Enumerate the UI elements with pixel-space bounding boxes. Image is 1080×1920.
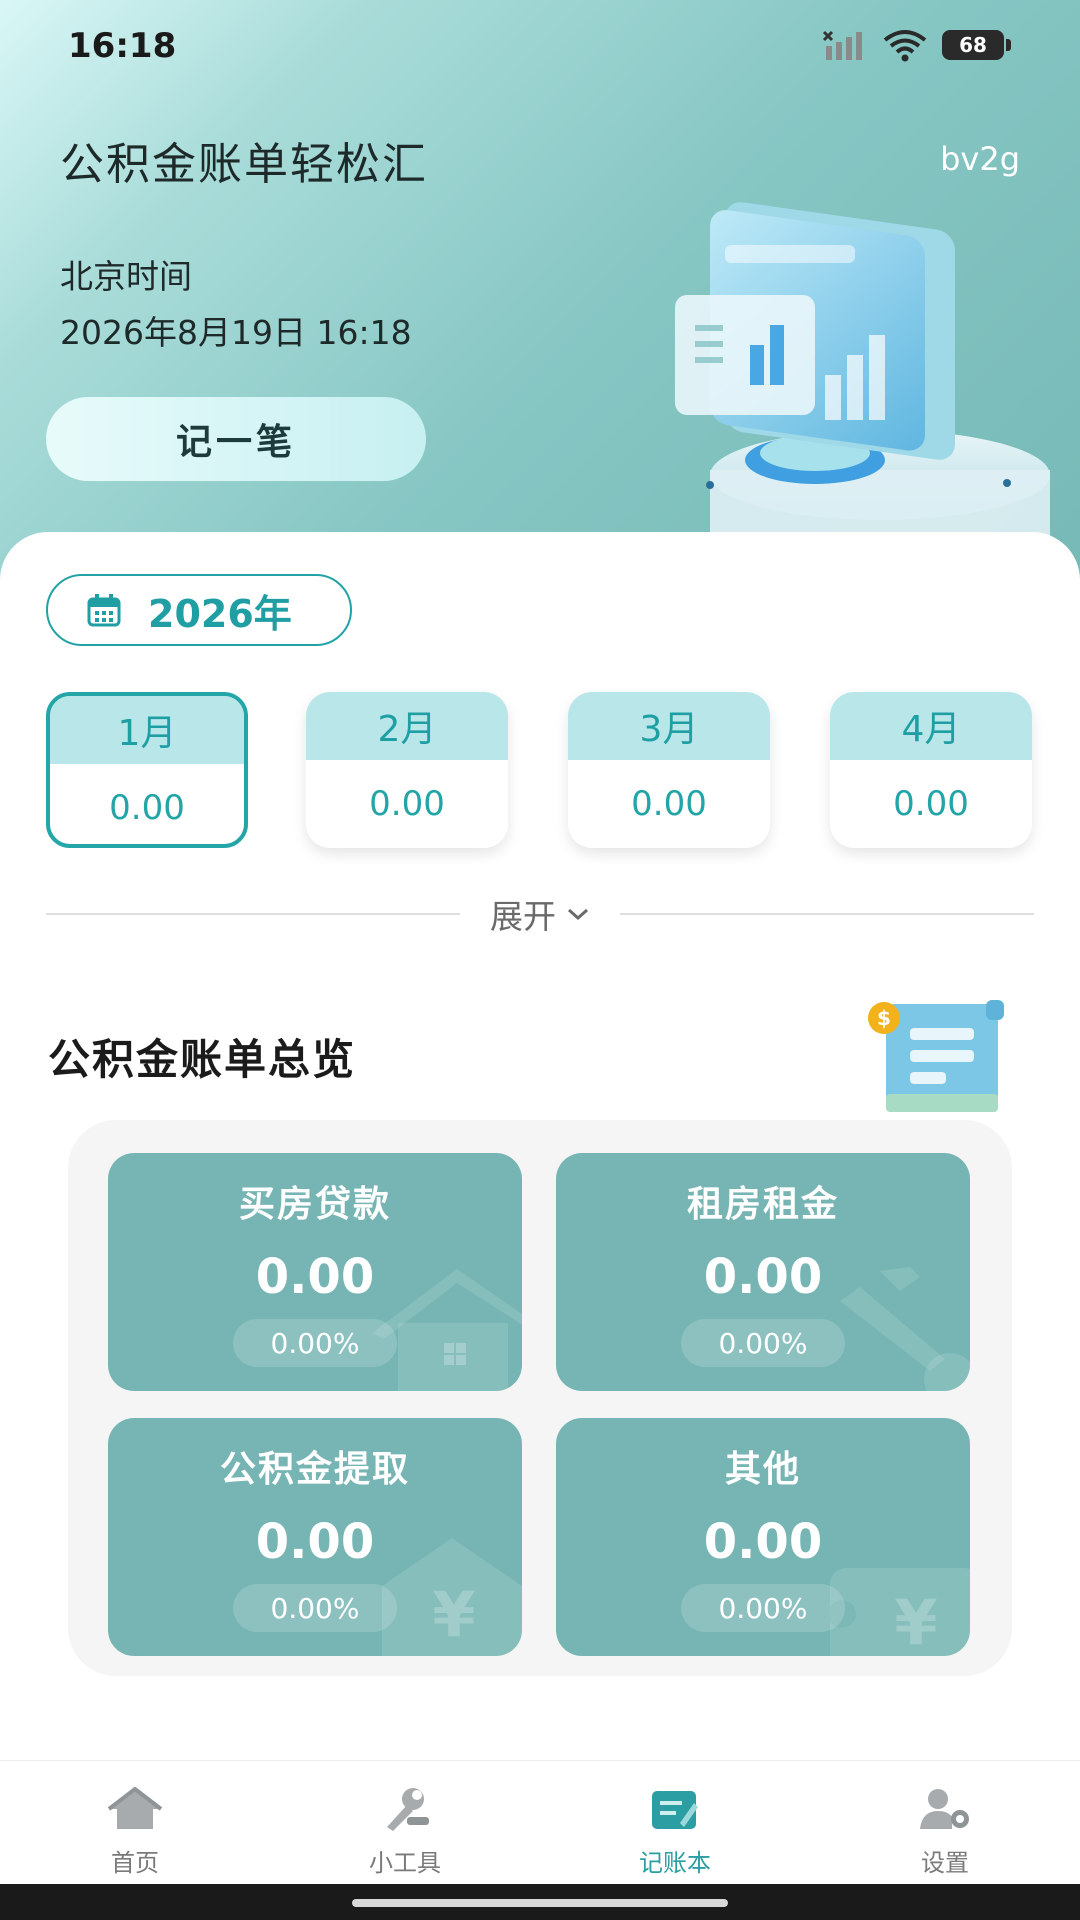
stat-percent: 0.00% <box>681 1584 845 1632</box>
month-label: 1月 <box>50 696 244 764</box>
nav-item-home[interactable]: 首页 <box>0 1761 270 1884</box>
system-gesture-bar <box>0 1884 1080 1920</box>
nav-item-ledger[interactable]: 记账本 <box>540 1761 810 1884</box>
month-selector: 1月 0.00 2月 0.00 3月 0.00 4月 0.00 <box>46 692 1034 852</box>
stat-card-house-loan[interactable]: 买房贷款 0.00 0.00% <box>108 1153 522 1391</box>
battery-icon: 68 <box>942 30 1011 60</box>
month-card-2[interactable]: 2月 0.00 <box>306 692 508 848</box>
expand-button[interactable]: 展开 <box>460 890 620 938</box>
finance-dashboard-illustration <box>675 202 1050 540</box>
stat-label: 其他 <box>724 1449 801 1490</box>
stat-card-withdrawal[interactable]: ¥ 公积金提取 0.00 0.00% <box>108 1418 522 1656</box>
month-value: 0.00 <box>109 788 185 828</box>
nav-item-tools[interactable]: 小工具 <box>270 1761 540 1884</box>
divider-line <box>620 913 1034 915</box>
stat-label: 买房贷款 <box>238 1184 391 1225</box>
stat-percent: 0.00% <box>681 1319 845 1367</box>
stat-label: 租房租金 <box>686 1184 839 1225</box>
home-indicator[interactable] <box>352 1899 728 1907</box>
overview-title: 公积金账单总览 <box>48 1035 357 1084</box>
overview-panel: 买房贷款 0.00 0.00% 租房租金 0.00 0.00% ¥ 公积金提取 … <box>68 1120 1012 1676</box>
year-label: 2026年 <box>148 591 292 636</box>
nav-label: 设置 <box>921 1849 969 1877</box>
month-card-4[interactable]: 4月 0.00 <box>830 692 1032 848</box>
user-tag[interactable]: bv2g <box>940 140 1020 178</box>
bill-scroll-icon: $ <box>868 1000 1004 1112</box>
divider-line <box>46 913 460 915</box>
stat-value: 0.00 <box>255 1249 375 1305</box>
month-value: 0.00 <box>893 784 969 824</box>
nav-item-settings[interactable]: 设置 <box>810 1761 1080 1884</box>
svg-text:¥: ¥ <box>432 1578 475 1651</box>
nav-label: 小工具 <box>369 1849 441 1877</box>
stat-card-rent[interactable]: 租房租金 0.00 0.00% <box>556 1153 970 1391</box>
stat-percent: 0.00% <box>233 1584 397 1632</box>
stat-card-other[interactable]: ¥ 其他 0.00 0.00% <box>556 1418 970 1656</box>
year-picker[interactable]: 2026年 <box>46 574 352 646</box>
month-label: 2月 <box>306 692 508 760</box>
time-label: 北京时间 <box>60 257 192 296</box>
stat-value: 0.00 <box>703 1514 823 1570</box>
wifi-icon <box>883 30 927 62</box>
main-panel: 2026年 1月 0.00 2月 0.00 3月 0.00 4月 0.00 展开… <box>0 532 1080 1760</box>
record-button[interactable]: 记一笔 <box>46 397 426 481</box>
month-value: 0.00 <box>631 784 707 824</box>
status-icons: 68 <box>822 28 1011 62</box>
home-icon <box>107 1787 163 1829</box>
signal-icon <box>822 30 862 60</box>
user-settings-icon <box>920 1789 969 1829</box>
nav-label: 记账本 <box>639 1849 711 1877</box>
stat-percent: 0.00% <box>233 1319 397 1367</box>
svg-text:¥: ¥ <box>894 1586 937 1656</box>
expand-divider: 展开 <box>46 890 1034 938</box>
expand-label: 展开 <box>490 897 556 936</box>
status-time: 16:18 <box>68 26 177 66</box>
wallet-yen-icon: ¥ <box>830 1568 970 1656</box>
stat-value: 0.00 <box>255 1514 375 1570</box>
chevron-down-icon <box>568 908 588 921</box>
app-title: 公积金账单轻松汇 <box>60 139 428 190</box>
month-label: 4月 <box>830 692 1032 760</box>
stat-value: 0.00 <box>703 1249 823 1305</box>
current-datetime: 2026年8月19日 16:18 <box>60 313 412 352</box>
month-value: 0.00 <box>369 784 445 824</box>
tools-icon <box>387 1788 429 1831</box>
bottom-nav: 首页 小工具 记账本 设置 <box>0 1760 1080 1884</box>
month-card-3[interactable]: 3月 0.00 <box>568 692 770 848</box>
header-hero: 16:18 68 公积金账单轻松汇 bv2g 北京时间 2026年8月19日 1… <box>0 0 1080 600</box>
stat-label: 公积金提取 <box>219 1449 410 1490</box>
ledger-icon <box>652 1791 698 1829</box>
nav-label: 首页 <box>111 1849 159 1877</box>
svg-text:$: $ <box>877 1006 891 1030</box>
calendar-icon <box>87 594 121 627</box>
month-card-1[interactable]: 1月 0.00 <box>46 692 248 848</box>
month-label: 3月 <box>568 692 770 760</box>
